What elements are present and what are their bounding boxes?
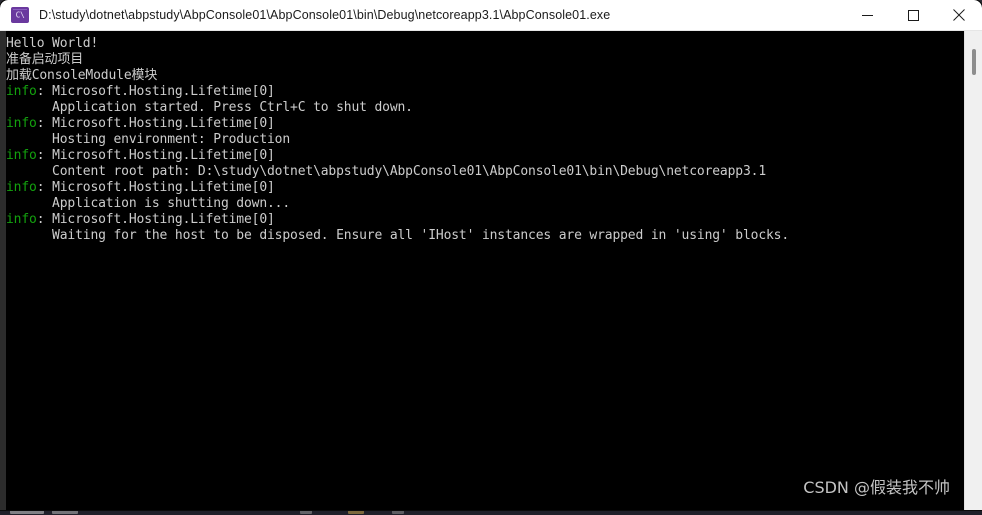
scrollbar-thumb[interactable] — [972, 49, 976, 75]
console-text-segment: Application started. Press Ctrl+C to shu… — [6, 100, 413, 115]
console-text-segment: : Microsoft.Hosting.Lifetime[0] — [36, 148, 275, 163]
console-line: info: Microsoft.Hosting.Lifetime[0] — [6, 180, 964, 196]
console-text-segment: : Microsoft.Hosting.Lifetime[0] — [36, 212, 275, 227]
console-line: Content root path: D:\study\dotnet\abpst… — [6, 164, 964, 180]
console-text-segment: : Microsoft.Hosting.Lifetime[0] — [36, 180, 275, 195]
console-line: info: Microsoft.Hosting.Lifetime[0] — [6, 148, 964, 164]
maximize-icon — [907, 9, 919, 21]
console-line: info: Microsoft.Hosting.Lifetime[0] — [6, 84, 964, 100]
console-line: Waiting for the host to be disposed. Ens… — [6, 228, 964, 244]
console-body[interactable]: Hello World! 准备启动项目 加载ConsoleModule模块 info:… — [0, 31, 982, 510]
console-line: 加载ConsoleModule模块 — [6, 68, 964, 84]
window-controls — [844, 0, 982, 31]
console-app-icon-glyph: C\ — [15, 10, 25, 20]
console-text-segment: Hello World! — [6, 36, 99, 51]
console-text-segment: Hosting environment: Production — [6, 132, 291, 147]
console-text-segment: Waiting for the host to be disposed. Ens… — [6, 228, 790, 243]
console-output[interactable]: Hello World! 准备启动项目 加载ConsoleModule模块 info:… — [6, 31, 964, 510]
minimize-icon — [861, 14, 873, 16]
console-text-segment: Application is shutting down... — [6, 196, 291, 211]
console-text-segment: : Microsoft.Hosting.Lifetime[0] — [36, 84, 275, 99]
console-scrollbar[interactable] — [964, 31, 982, 510]
console-line: info: Microsoft.Hosting.Lifetime[0] — [6, 212, 964, 228]
console-line: Application is shutting down... — [6, 196, 964, 212]
close-icon — [953, 9, 965, 21]
console-text-segment: : Microsoft.Hosting.Lifetime[0] — [36, 116, 275, 131]
title-bar[interactable]: C\ D:\study\dotnet\abpstudy\AbpConsole01… — [0, 0, 982, 31]
console-line: 准备启动项目 — [6, 52, 964, 68]
log-level-info: info — [6, 180, 37, 195]
log-level-info: info — [6, 212, 37, 227]
window-title: D:\study\dotnet\abpstudy\AbpConsole01\Ab… — [39, 8, 611, 22]
minimize-button[interactable] — [844, 0, 890, 31]
console-window: C\ D:\study\dotnet\abpstudy\AbpConsole01… — [0, 0, 982, 510]
console-line: Hello World! — [6, 36, 964, 52]
console-text-segment: 加载ConsoleModule模块 — [6, 68, 158, 83]
close-button[interactable] — [936, 0, 982, 31]
console-text-segment: Content root path: D:\study\dotnet\abpst… — [6, 164, 766, 179]
log-level-info: info — [6, 116, 37, 131]
console-line: info: Microsoft.Hosting.Lifetime[0] — [6, 116, 964, 132]
console-line: Application started. Press Ctrl+C to shu… — [6, 100, 964, 116]
console-line: Hosting environment: Production — [6, 132, 964, 148]
log-level-info: info — [6, 84, 37, 99]
maximize-button[interactable] — [890, 0, 936, 31]
console-app-icon: C\ — [11, 7, 29, 23]
console-text-segment: 准备启动项目 — [6, 52, 84, 67]
log-level-info: info — [6, 148, 37, 163]
